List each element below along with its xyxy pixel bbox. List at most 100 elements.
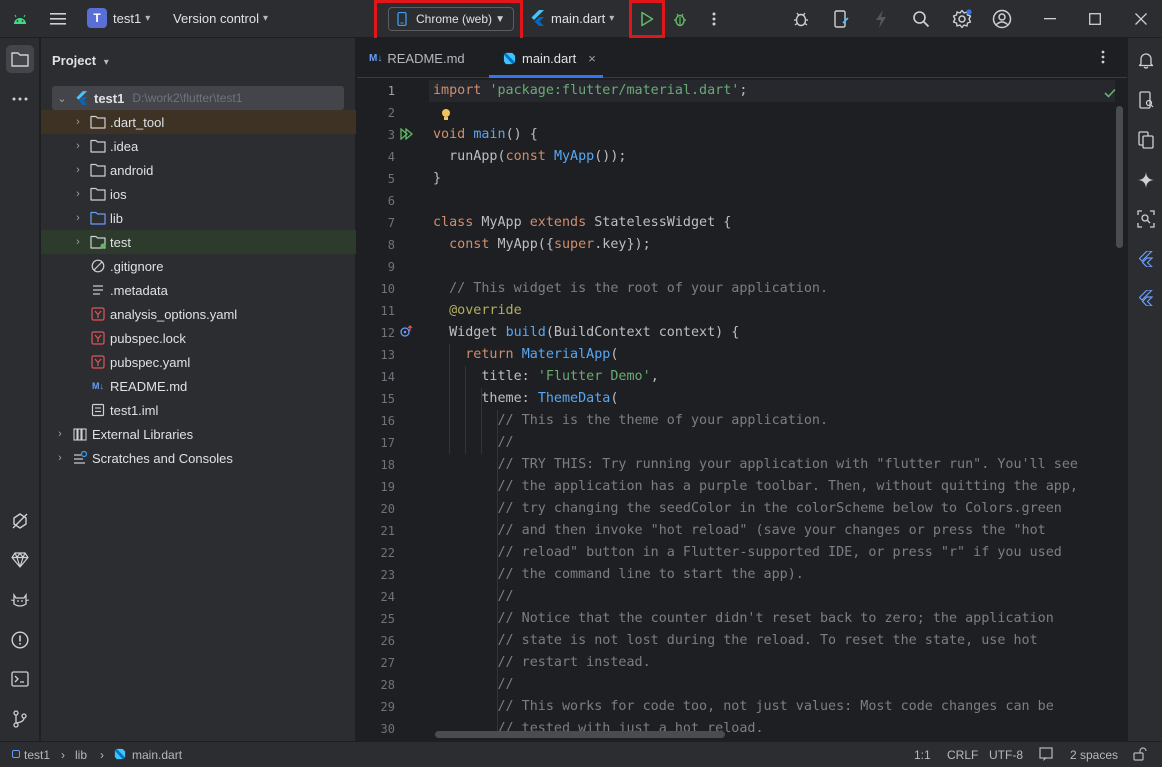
project-badge: T	[87, 8, 107, 28]
caret-position[interactable]: 1:1	[914, 748, 931, 762]
tree-item[interactable]: pubspec.lock	[41, 326, 356, 350]
tree-item[interactable]: › lib	[41, 206, 356, 230]
chevron-right-icon[interactable]: ›	[72, 188, 84, 200]
flutter-inspector-icon[interactable]	[1134, 247, 1158, 271]
chevron-down-icon[interactable]: ⌄	[56, 92, 68, 105]
main-menu-icon[interactable]	[48, 9, 68, 29]
chevron-down-icon: ▾	[609, 12, 615, 24]
close-icon[interactable]	[1131, 9, 1151, 29]
tree-item[interactable]: .metadata	[41, 278, 356, 302]
code-editor: M↓ README.md main.dart × 1 2 3 4 5 6 7 8 9 10 11 12…	[357, 38, 1127, 741]
yaml-icon	[90, 354, 106, 370]
module-icon	[12, 750, 20, 758]
code-line: // reload" button in a Flutter-supported…	[497, 545, 1062, 560]
code-line: // This is the theme of your application…	[497, 413, 829, 428]
maximize-icon[interactable]	[1085, 9, 1105, 29]
tree-item[interactable]: M↓ README.md	[41, 374, 356, 398]
yaml-icon	[90, 330, 106, 346]
tab-main-dart[interactable]: main.dart ×	[503, 38, 596, 78]
line-separator[interactable]: CRLF	[947, 748, 978, 762]
project-folder-icon[interactable]	[6, 45, 34, 73]
tab-readme[interactable]: M↓ README.md	[369, 38, 465, 78]
layout-inspector-icon[interactable]	[1134, 207, 1158, 231]
build-variants-icon[interactable]	[8, 509, 32, 533]
tree-item[interactable]: test1.iml	[41, 398, 356, 422]
account-icon[interactable]	[990, 7, 1014, 31]
gemini-sparkle-icon[interactable]	[1134, 168, 1158, 192]
scratches-icon	[72, 450, 88, 466]
tree-item[interactable]: › test	[41, 230, 356, 254]
attach-debugger-icon[interactable]	[790, 8, 812, 30]
code-area[interactable]: import 'package:flutter/material.dart'; v…	[433, 80, 1113, 733]
vertical-scrollbar[interactable]	[1116, 106, 1123, 248]
git-icon[interactable]	[8, 707, 32, 731]
tree-item[interactable]: .gitignore	[41, 254, 356, 278]
settings-icon[interactable]	[950, 7, 974, 31]
notifications-icon[interactable]	[1134, 48, 1158, 72]
tree-item[interactable]: › .idea	[41, 134, 356, 158]
project-selector[interactable]: T test1 ▾	[87, 8, 150, 28]
code-line: // This works for code too, not just val…	[497, 699, 1054, 714]
breadcrumb-project[interactable]: test1	[24, 748, 50, 762]
version-control-menu[interactable]: Version control ▾	[173, 11, 268, 26]
override-marker-icon[interactable]	[400, 325, 414, 340]
logcat-icon[interactable]	[8, 588, 32, 612]
folder-icon	[90, 162, 106, 178]
external-libraries[interactable]: › External Libraries	[41, 422, 356, 446]
project-panel-header[interactable]: Project ▾	[52, 53, 109, 68]
indent-hint-icon[interactable]	[1039, 747, 1053, 764]
chevron-right-icon[interactable]: ›	[54, 452, 66, 464]
tree-item-label: pubspec.lock	[110, 330, 186, 346]
breadcrumb-lib[interactable]: lib	[75, 748, 87, 762]
line-number: 30	[380, 722, 395, 736]
tree-item-label: pubspec.yaml	[110, 354, 191, 370]
scratches-and-consoles[interactable]: › Scratches and Consoles	[41, 446, 356, 470]
more-vertical-icon[interactable]	[704, 9, 724, 29]
breadcrumb-file[interactable]: main.dart	[132, 748, 182, 762]
status-bar: test1 › lib › main.dart 1:1 CRLF UTF-8 2…	[0, 741, 1162, 767]
run-icon[interactable]	[637, 9, 657, 29]
flutter-performance-icon[interactable]	[1134, 286, 1158, 310]
indent-setting[interactable]: 2 spaces	[1070, 748, 1118, 762]
line-number: 23	[380, 568, 395, 582]
run-config-selector[interactable]: main.dart ▾	[531, 10, 614, 26]
markdown-icon: M↓	[369, 52, 383, 64]
terminal-icon[interactable]	[8, 667, 32, 691]
chevron-right-icon[interactable]: ›	[54, 428, 66, 440]
tree-item[interactable]: › .dart_tool	[41, 110, 356, 134]
file-encoding[interactable]: UTF-8	[989, 748, 1023, 762]
chevron-right-icon[interactable]: ›	[72, 116, 84, 128]
tree-root[interactable]: ⌄ test1 D:\work2\flutter\test1	[52, 86, 344, 110]
tree-item-label: ios	[110, 186, 127, 202]
code-line: // and then invoke "hot reload" (save yo…	[497, 523, 1046, 538]
tree-item-label: analysis_options.yaml	[110, 306, 238, 322]
tree-item[interactable]: › ios	[41, 182, 356, 206]
run-main-gutter-icon[interactable]	[400, 127, 414, 143]
code-line: title: 'Flutter Demo',	[433, 369, 659, 384]
read-only-toggle-icon[interactable]	[1133, 747, 1147, 764]
search-icon[interactable]	[910, 8, 932, 30]
problems-icon[interactable]	[8, 628, 32, 652]
line-number: 24	[380, 590, 395, 604]
debug-icon[interactable]	[670, 9, 690, 29]
device-manager-icon[interactable]	[830, 8, 852, 30]
horizontal-scrollbar[interactable]	[435, 731, 725, 738]
project-panel-title: Project	[52, 53, 97, 68]
device-explorer-icon[interactable]	[1134, 88, 1158, 112]
code-line: @override	[449, 303, 522, 318]
tree-item[interactable]: › android	[41, 158, 356, 182]
chevron-right-icon[interactable]: ›	[72, 212, 84, 224]
device-selector[interactable]: Chrome (web) ▼	[388, 7, 514, 31]
running-devices-icon[interactable]	[1134, 128, 1158, 152]
gem-icon[interactable]	[8, 548, 32, 572]
chevron-right-icon[interactable]: ›	[72, 140, 84, 152]
tree-item[interactable]: analysis_options.yaml	[41, 302, 356, 326]
chevron-right-icon[interactable]: ›	[72, 236, 84, 248]
editor-tabs: M↓ README.md main.dart ×	[357, 38, 1127, 78]
tab-actions-icon[interactable]	[1101, 50, 1105, 67]
minimize-icon[interactable]	[1040, 9, 1060, 29]
tree-item[interactable]: pubspec.yaml	[41, 350, 356, 374]
close-tab-icon[interactable]: ×	[588, 51, 596, 66]
more-horizontal-icon[interactable]	[8, 87, 32, 111]
chevron-right-icon[interactable]: ›	[72, 164, 84, 176]
